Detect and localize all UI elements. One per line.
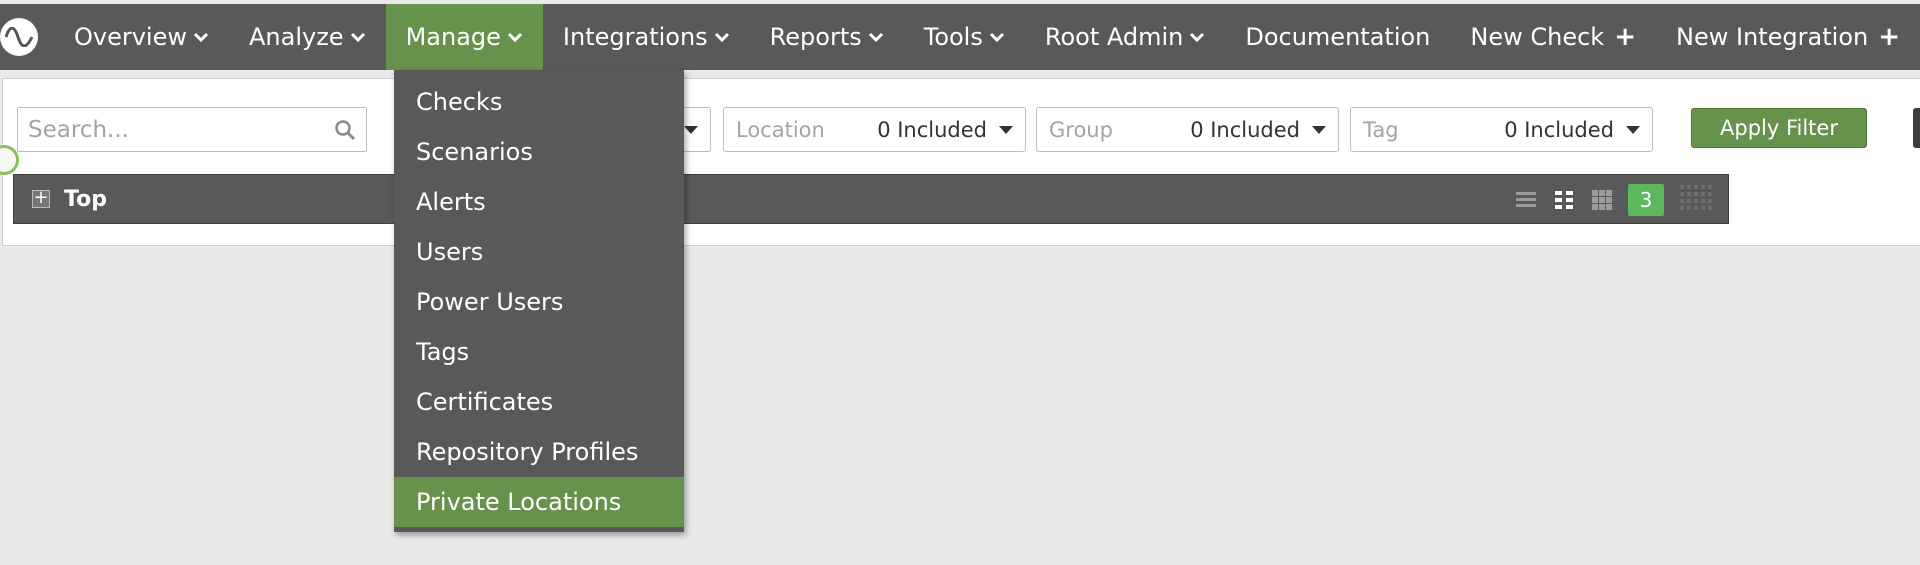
nav-integrations-label: Integrations bbox=[562, 23, 708, 51]
nav-reports[interactable]: Reports bbox=[750, 4, 904, 70]
chevron-down-icon bbox=[193, 32, 209, 43]
location-filter-label: Location bbox=[736, 117, 825, 142]
plus-icon: + bbox=[1614, 22, 1636, 52]
nav-overview[interactable]: Overview bbox=[54, 4, 229, 70]
grid-view-icon[interactable] bbox=[1590, 188, 1614, 212]
plus-icon: + bbox=[1878, 22, 1901, 52]
nav-tools[interactable]: Tools bbox=[904, 4, 1025, 70]
dense-grid-icon[interactable] bbox=[1678, 183, 1718, 217]
search-placeholder: Search... bbox=[28, 116, 129, 143]
nav-analyze-label: Analyze bbox=[249, 23, 344, 51]
view-toggle-group: 3 bbox=[1514, 183, 1718, 217]
column-view-icon[interactable] bbox=[1552, 188, 1576, 212]
nav-documentation[interactable]: Documentation bbox=[1225, 4, 1450, 70]
location-filter-value: 0 Included bbox=[877, 117, 987, 142]
expand-icon[interactable]: + bbox=[32, 189, 50, 208]
nav-new-integration[interactable]: New Integration + bbox=[1656, 4, 1920, 70]
nav-new-check-label: New Check bbox=[1470, 23, 1605, 51]
nav-integrations[interactable]: Integrations bbox=[543, 4, 750, 70]
tag-filter-value: 0 Included bbox=[1504, 117, 1614, 142]
filter-panel: Search... Location 0 Included Group 0 In… bbox=[0, 78, 1920, 246]
menu-item-scenarios[interactable]: Scenarios bbox=[394, 127, 684, 177]
nav-new-check[interactable]: New Check + bbox=[1450, 4, 1656, 70]
app-logo[interactable] bbox=[0, 4, 38, 70]
group-filter-value: 0 Included bbox=[1190, 117, 1300, 142]
group-filter-label: Group bbox=[1049, 117, 1113, 142]
waveform-logo-icon bbox=[0, 18, 38, 56]
search-input[interactable]: Search... bbox=[17, 107, 367, 152]
nav-manage-label: Manage bbox=[405, 23, 501, 51]
extra-action-button[interactable] bbox=[1913, 108, 1920, 148]
menu-item-repository-profiles[interactable]: Repository Profiles bbox=[394, 427, 684, 477]
chevron-down-icon bbox=[868, 32, 883, 43]
nav-reports-label: Reports bbox=[769, 23, 862, 51]
tag-filter-label: Tag bbox=[1363, 117, 1399, 142]
chevron-down-icon bbox=[507, 32, 522, 43]
list-view-icon[interactable] bbox=[1514, 188, 1538, 212]
top-section-title: Top bbox=[64, 186, 107, 212]
nav-root-admin-label: Root Admin bbox=[1044, 23, 1184, 51]
chevron-down-icon bbox=[350, 32, 365, 43]
chevron-down-icon bbox=[714, 32, 729, 43]
location-filter[interactable]: Location 0 Included bbox=[723, 107, 1026, 152]
top-section-header: + Top 3 bbox=[13, 174, 1729, 224]
nav-manage[interactable]: Manage bbox=[385, 4, 543, 70]
menu-item-alerts[interactable]: Alerts bbox=[394, 177, 684, 227]
top-navigation: Overview Analyze Manage Integrations Rep… bbox=[0, 4, 1920, 70]
chevron-down-icon bbox=[1190, 32, 1205, 43]
menu-item-private-locations[interactable]: Private Locations bbox=[394, 477, 684, 527]
group-filter[interactable]: Group 0 Included bbox=[1036, 107, 1339, 152]
menu-item-users[interactable]: Users bbox=[394, 227, 684, 277]
nav-tools-label: Tools bbox=[923, 23, 983, 51]
nav-new-integration-label: New Integration bbox=[1675, 23, 1869, 51]
caret-down-icon bbox=[1312, 125, 1326, 134]
caret-down-icon bbox=[684, 125, 698, 134]
tag-filter[interactable]: Tag 0 Included bbox=[1350, 107, 1653, 152]
apply-filter-button[interactable]: Apply Filter bbox=[1691, 108, 1867, 148]
nav-documentation-label: Documentation bbox=[1245, 23, 1431, 51]
nav-overview-label: Overview bbox=[74, 23, 187, 51]
menu-item-checks[interactable]: Checks bbox=[394, 77, 684, 127]
nav-analyze[interactable]: Analyze bbox=[229, 4, 386, 70]
menu-item-certificates[interactable]: Certificates bbox=[394, 377, 684, 427]
menu-item-power-users[interactable]: Power Users bbox=[394, 277, 684, 327]
chevron-down-icon bbox=[989, 32, 1004, 43]
nav-root-admin[interactable]: Root Admin bbox=[1025, 4, 1226, 70]
caret-down-icon bbox=[999, 125, 1013, 134]
caret-down-icon bbox=[1626, 125, 1640, 134]
menu-item-tags[interactable]: Tags bbox=[394, 327, 684, 377]
search-icon bbox=[335, 119, 356, 140]
manage-dropdown-menu: Checks Scenarios Alerts Users Power User… bbox=[394, 70, 684, 532]
column-count-badge[interactable]: 3 bbox=[1628, 184, 1664, 216]
